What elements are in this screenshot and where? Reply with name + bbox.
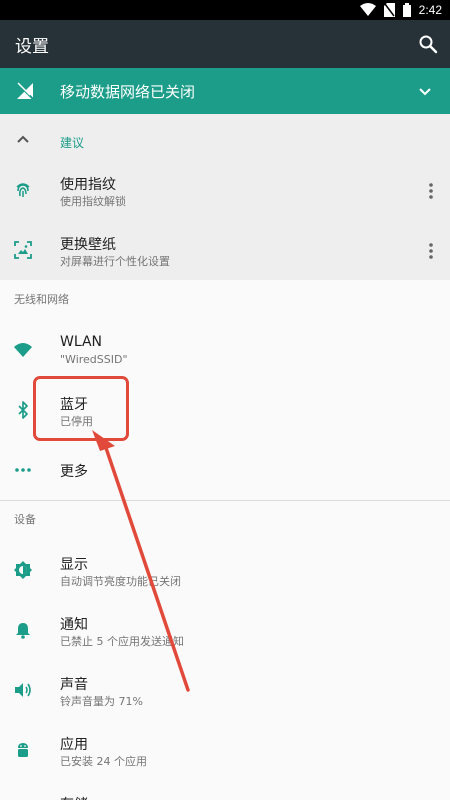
signal-off-icon xyxy=(16,82,34,100)
settings-item-subtitle: 已安装 24 个应用 xyxy=(60,755,147,768)
chevron-up-icon[interactable] xyxy=(13,129,33,149)
wallpaper-icon xyxy=(14,241,32,259)
clock: 2:42 xyxy=(418,3,442,17)
volume-icon xyxy=(15,683,31,697)
mobile-data-off-banner[interactable]: 移动数据网络已关闭 xyxy=(0,68,450,114)
status-bar: 2:42 xyxy=(0,0,450,20)
android-icon xyxy=(18,743,28,757)
settings-item-title: WLAN xyxy=(60,334,103,350)
wifi-status-icon xyxy=(359,3,376,16)
settings-item-subtitle: "WiredSSID" xyxy=(60,353,128,366)
settings-item-subtitle: 铃声音量为 71% xyxy=(60,695,143,708)
settings-item-title: 应用 xyxy=(60,737,88,753)
bluetooth-icon xyxy=(18,401,28,419)
app-bar: 设置 xyxy=(0,20,450,68)
settings-item-title: 声音 xyxy=(60,677,88,693)
brightness-icon xyxy=(14,561,32,579)
fingerprint-icon xyxy=(16,183,30,197)
settings-item-title: 存储 xyxy=(60,794,88,800)
banner-text: 移动数据网络已关闭 xyxy=(60,83,196,101)
suggestions-section: 建议 使用指纹 使用指纹解锁 更换壁纸 对屏幕进行个性化设置 xyxy=(0,114,450,280)
suggestion-subtitle: 使用指纹解锁 xyxy=(60,195,126,208)
section-divider xyxy=(0,500,450,501)
settings-item-subtitle: 自动调节亮度功能已关闭 xyxy=(60,575,181,588)
settings-item-title: 显示 xyxy=(60,557,88,573)
wifi-icon xyxy=(14,343,32,357)
wireless-section-header: 无线和网络 xyxy=(14,293,69,306)
more-horiz-icon xyxy=(15,468,31,472)
device-section-header: 设备 xyxy=(14,513,36,526)
chevron-down-icon[interactable] xyxy=(415,81,435,101)
settings-item-title: 更多 xyxy=(60,464,88,480)
more-vert-icon[interactable] xyxy=(424,181,438,201)
suggestion-title: 更换壁纸 xyxy=(60,237,116,253)
suggestion-subtitle: 对屏幕进行个性化设置 xyxy=(60,255,170,268)
page-title: 设置 xyxy=(15,37,49,57)
suggestion-title: 使用指纹 xyxy=(60,177,116,193)
no-sim-icon xyxy=(383,3,395,17)
settings-item-title: 通知 xyxy=(60,617,88,633)
suggestions-header: 建议 xyxy=(60,136,85,150)
more-vert-icon[interactable] xyxy=(424,241,438,261)
annotation-highlight-box xyxy=(33,376,129,441)
bell-icon xyxy=(16,623,30,639)
battery-icon xyxy=(402,3,411,17)
settings-item-subtitle: 已禁止 5 个应用发送通知 xyxy=(60,635,184,648)
search-icon[interactable] xyxy=(416,32,440,56)
